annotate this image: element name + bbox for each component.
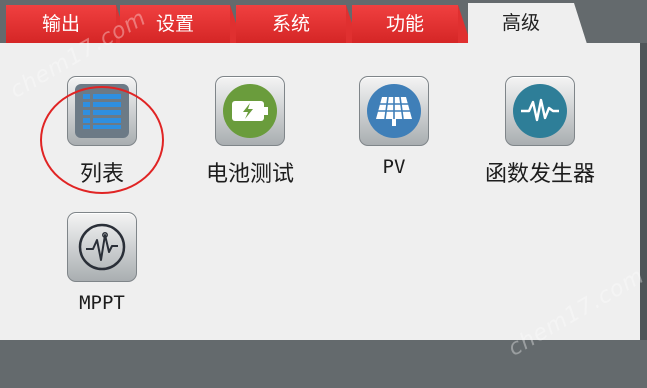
highlight-circle [40, 86, 164, 194]
function-generator-button[interactable] [505, 76, 575, 146]
function-generator-label: 函数发生器 [484, 162, 595, 187]
pv-button[interactable] [359, 76, 429, 146]
mppt-button[interactable] [67, 212, 137, 282]
battery-icon [223, 84, 277, 138]
tab-advanced[interactable]: 高级 [468, 3, 587, 44]
tab-system[interactable]: 系统 [236, 5, 359, 44]
pv-item[interactable]: PV [324, 76, 464, 178]
mppt-item[interactable]: MPPT [32, 212, 172, 314]
function-generator-item[interactable]: 函数发生器 [470, 76, 610, 188]
solar-panel-icon [367, 84, 421, 138]
mppt-label: MPPT [79, 292, 125, 314]
battery-test-button[interactable] [215, 76, 285, 146]
tab-function[interactable]: 功能 [352, 5, 471, 44]
battery-test-item[interactable]: 电池测试 [180, 76, 320, 188]
panel-edge [640, 43, 647, 340]
mppt-curve-icon [75, 220, 129, 274]
waveform-icon [513, 84, 567, 138]
battery-test-label: 电池测试 [205, 162, 294, 187]
pv-label: PV [382, 156, 406, 178]
